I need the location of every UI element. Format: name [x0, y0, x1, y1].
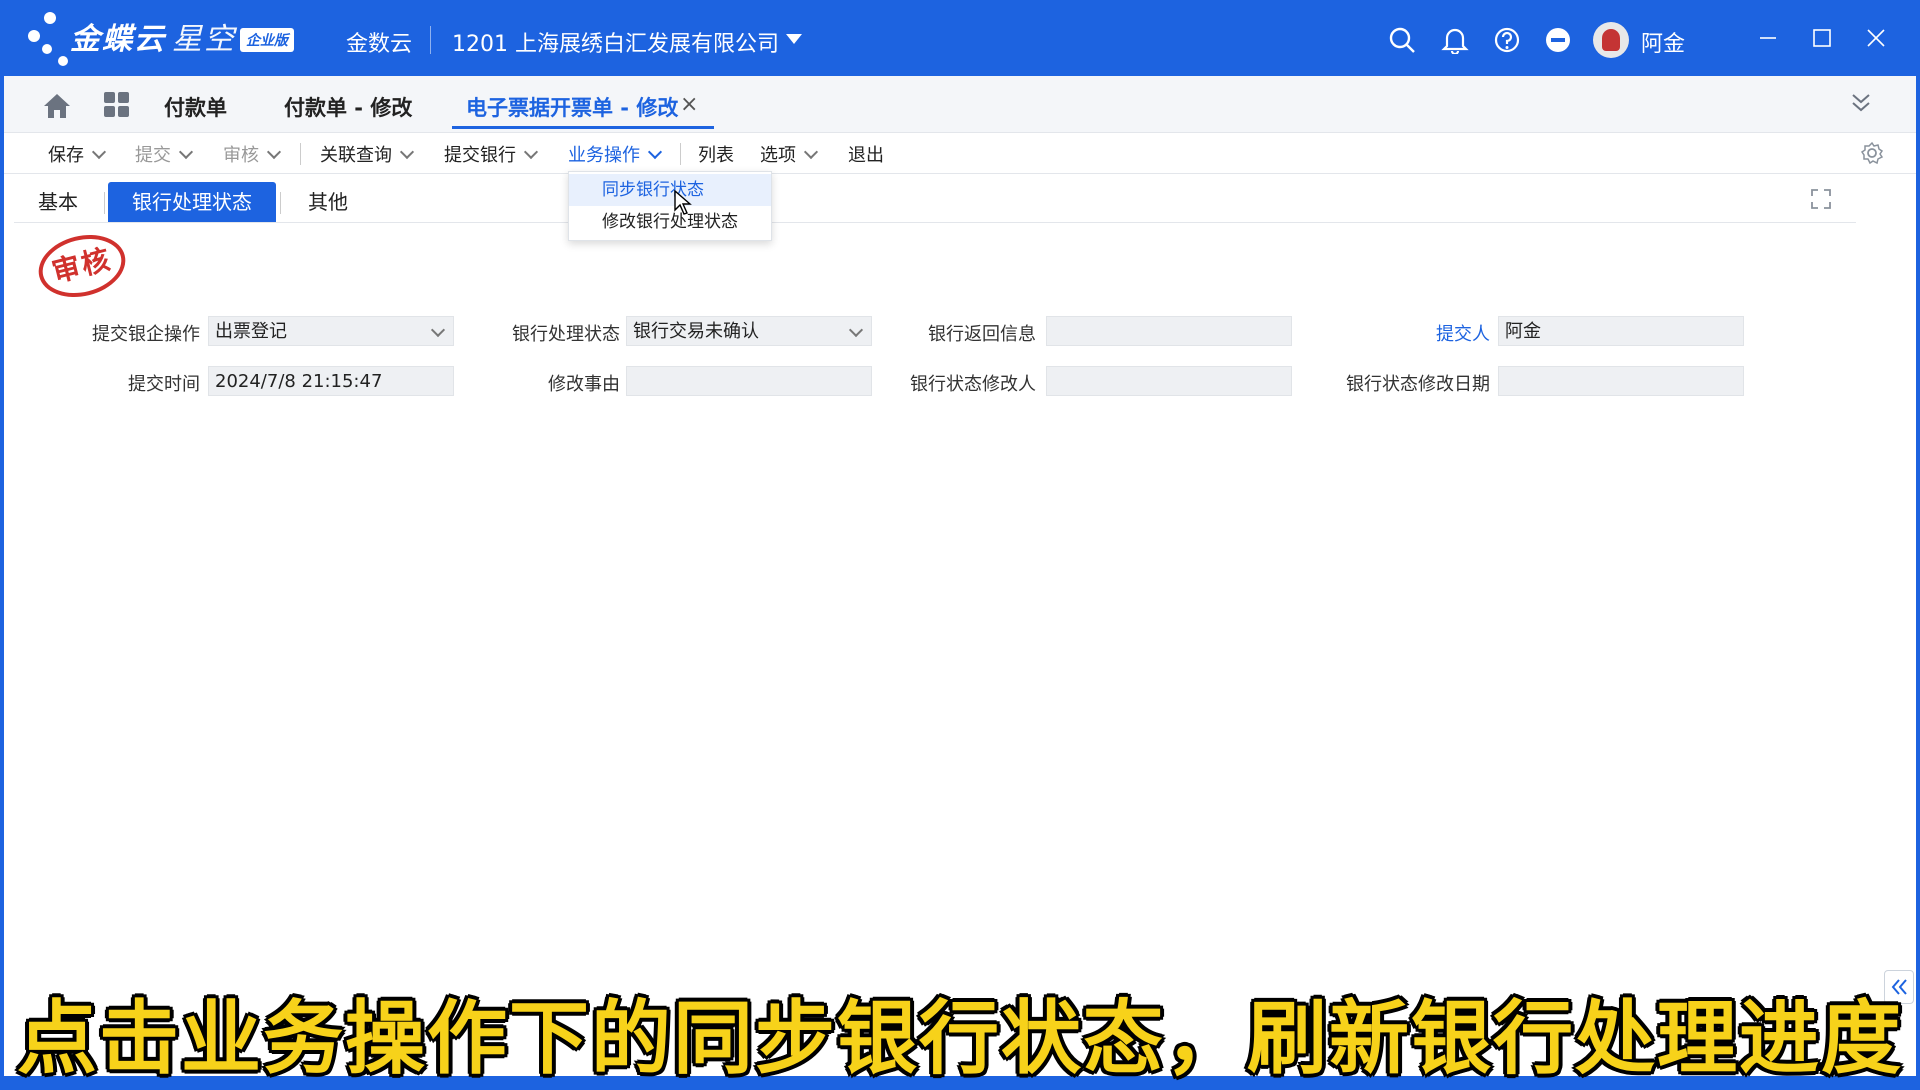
toolbar: 保存 提交 审核 关联查询 提交银行 业务操作 列表 选项 退出 — [4, 133, 1916, 174]
submit-time-field[interactable]: 2024/7/8 21:15:47 — [208, 366, 454, 396]
business-ops-dropdown: 同步银行状态 修改银行处理状态 — [568, 171, 772, 241]
status-modify-date-label: 银行状态修改日期 — [1346, 374, 1490, 395]
chevron-down-icon[interactable] — [848, 322, 864, 338]
submit-label: 提交 — [135, 145, 171, 166]
submitter-label[interactable]: 提交人 — [1354, 320, 1490, 346]
brand-name: 金蝶云 星空 — [70, 14, 236, 58]
title-separator — [430, 26, 431, 54]
bank-return-label: 银行返回信息 — [928, 324, 1036, 345]
subtab-divider — [14, 222, 1856, 223]
home-icon[interactable] — [42, 92, 72, 120]
chevron-down-icon[interactable] — [523, 144, 539, 160]
edition-badge: 企业版 — [240, 28, 294, 52]
status-modify-date-field[interactable] — [1498, 366, 1744, 396]
chevron-down-icon[interactable] — [803, 144, 819, 160]
fullscreen-icon[interactable] — [1810, 188, 1832, 210]
brand-main: 金蝶云 — [70, 22, 166, 57]
chevron-down-icon[interactable] — [430, 322, 446, 338]
exit-button[interactable]: 退出 — [848, 141, 884, 167]
tab-close-icon[interactable]: × — [680, 92, 698, 117]
notification-bell-icon[interactable] — [1441, 26, 1469, 56]
user-avatar[interactable] — [1593, 22, 1629, 58]
submit-bank-label: 提交银行 — [444, 145, 516, 166]
brand-sub: 星空 — [172, 22, 236, 57]
active-tab-indicator — [452, 126, 714, 129]
close-window-icon[interactable] — [1860, 22, 1892, 54]
help-icon[interactable] — [1493, 26, 1521, 54]
toolbar-separator — [300, 143, 301, 165]
options-label: 选项 — [760, 145, 796, 166]
submit-button[interactable]: 提交 — [135, 141, 194, 167]
company-dropdown-icon[interactable] — [786, 34, 802, 44]
menu-item-modify-bank-status[interactable]: 修改银行处理状态 — [569, 206, 771, 238]
search-icon[interactable] — [1388, 26, 1416, 54]
tab-payment-edit[interactable]: 付款单 - 修改 — [284, 92, 412, 122]
chevron-down-icon[interactable] — [647, 144, 663, 160]
audit-label: 审核 — [223, 145, 259, 166]
submit-bank-button[interactable]: 提交银行 — [444, 141, 539, 167]
cloud-name[interactable]: 金数云 — [346, 26, 412, 58]
submit-op-value: 出票登记 — [215, 321, 287, 342]
chevron-down-icon[interactable] — [91, 144, 107, 160]
audit-stamp: 审核 — [32, 226, 132, 306]
list-button[interactable]: 列表 — [698, 141, 734, 167]
modify-reason-field[interactable] — [626, 366, 872, 396]
audit-button[interactable]: 审核 — [223, 141, 282, 167]
submit-op-select[interactable]: 出票登记 — [208, 316, 454, 346]
status-modifier-field[interactable] — [1046, 366, 1292, 396]
apps-grid-icon[interactable] — [104, 92, 130, 118]
submitter-field[interactable]: 阿金 — [1498, 316, 1744, 346]
title-bar: 金蝶云 星空 企业版 金数云 1201 上海展绣白汇发展有限公司 阿金 — [0, 0, 1920, 76]
chevron-down-icon[interactable] — [399, 144, 415, 160]
gear-icon[interactable] — [1860, 141, 1884, 165]
modify-reason-label: 修改事由 — [548, 374, 620, 395]
submit-time-label: 提交时间 — [128, 374, 200, 395]
chevrons-down-icon[interactable] — [1848, 90, 1874, 116]
bank-status-select[interactable]: 银行交易未确认 — [626, 316, 872, 346]
chevron-down-icon[interactable] — [266, 144, 282, 160]
subtab-bank-status[interactable]: 银行处理状态 — [108, 182, 276, 222]
subtab-separator — [280, 192, 281, 214]
company-selector[interactable]: 1201 上海展绣白汇发展有限公司 — [452, 26, 779, 58]
subtab-separator — [104, 192, 105, 214]
related-query-button[interactable]: 关联查询 — [320, 141, 415, 167]
subtab-basic[interactable]: 基本 — [14, 182, 102, 222]
subtab-other[interactable]: 其他 — [284, 182, 372, 222]
bank-status-label: 银行处理状态 — [512, 324, 620, 345]
main-panel: 付款单 付款单 - 修改 电子票据开票单 - 修改 × 保存 提交 审核 关联查… — [4, 76, 1916, 1076]
video-caption: 点击业务操作下的同步银行状态，刷新银行处理进度 — [17, 992, 1903, 1085]
tab-e-bill-edit[interactable]: 电子票据开票单 - 修改 — [466, 92, 678, 122]
document-tab-bar: 付款单 付款单 - 修改 电子票据开票单 - 修改 × — [4, 76, 1916, 133]
business-ops-button[interactable]: 业务操作 — [568, 141, 663, 167]
chevron-down-icon[interactable] — [178, 144, 194, 160]
maximize-icon[interactable] — [1806, 22, 1838, 54]
tab-payment[interactable]: 付款单 — [164, 92, 227, 122]
user-name[interactable]: 阿金 — [1641, 26, 1685, 58]
status-modifier-label: 银行状态修改人 — [910, 374, 1036, 395]
business-ops-label: 业务操作 — [568, 145, 640, 166]
related-query-label: 关联查询 — [320, 145, 392, 166]
submit-op-label: 提交银企操作 — [92, 324, 200, 345]
mouse-cursor-icon — [674, 189, 692, 220]
save-label: 保存 — [48, 145, 84, 166]
minimize-icon[interactable] — [1752, 22, 1784, 54]
bank-return-field[interactable] — [1046, 316, 1292, 346]
toolbar-separator — [680, 143, 681, 165]
menu-item-sync-bank-status[interactable]: 同步银行状态 — [569, 174, 771, 206]
bank-status-value: 银行交易未确认 — [633, 321, 759, 342]
status-minus-icon[interactable] — [1544, 26, 1572, 54]
save-button[interactable]: 保存 — [48, 141, 107, 167]
options-button[interactable]: 选项 — [760, 141, 819, 167]
